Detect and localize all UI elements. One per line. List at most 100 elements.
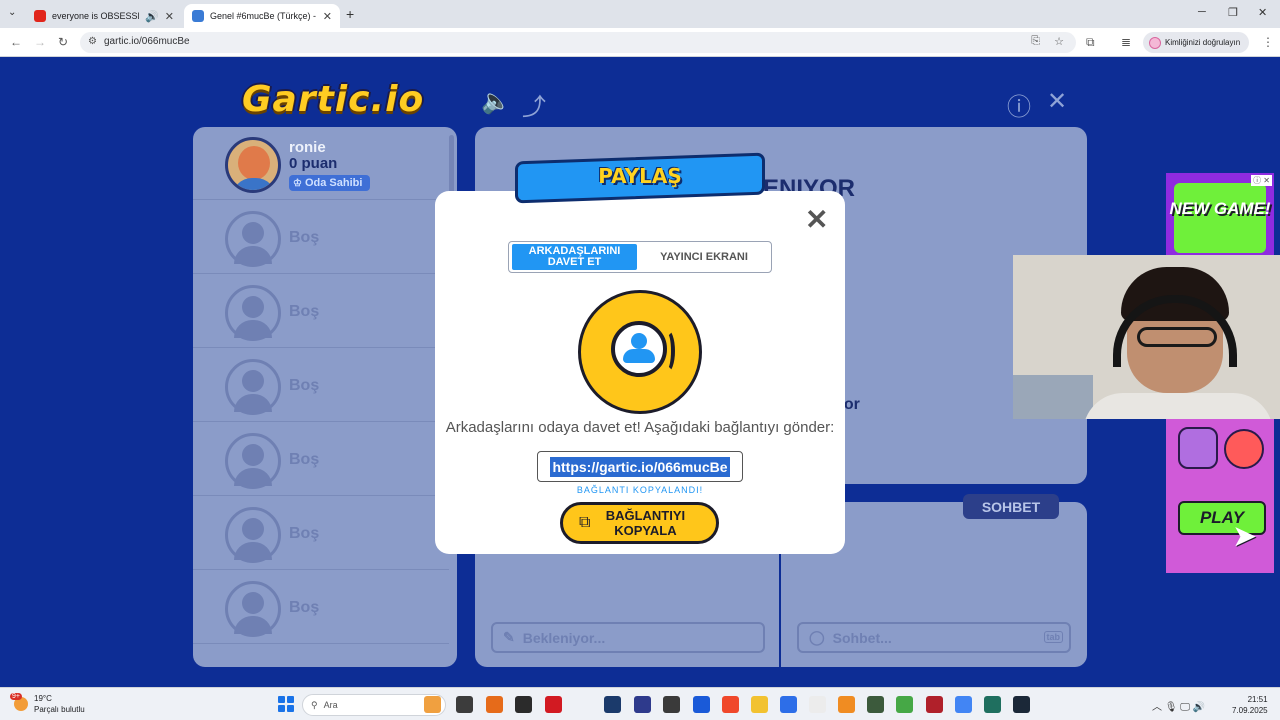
player-slot: Boş (193, 497, 449, 570)
extensions-icon[interactable]: ⧉ (1086, 35, 1095, 50)
invite-link-field[interactable]: https://gartic.io/066mucBe (537, 451, 743, 482)
reload-icon[interactable]: ↻ (58, 35, 68, 49)
weather-temp: 19°C (34, 694, 52, 703)
menu-kebab-icon[interactable]: ⋮ (1262, 35, 1274, 49)
taskbar-app-icon[interactable] (486, 696, 503, 713)
taskbar-app-icon[interactable] (809, 696, 826, 713)
windows-start-icon[interactable] (278, 696, 294, 712)
minimize-icon[interactable]: ─ (1198, 6, 1206, 18)
chat-input[interactable]: ◯ Sohbet... tab (797, 622, 1071, 653)
taskbar-app-icon[interactable] (424, 696, 441, 713)
system-tray-icons[interactable]: ︿ 🎙 🖵 🔊 (1152, 698, 1205, 713)
taskbar-app-icon[interactable] (456, 696, 473, 713)
pencil-icon: ✎ (503, 629, 515, 645)
browser-toolbar: ← → ↻ ⚙ gartic.io/066mucBe ⎘ ☆ ⧉ ≣ Kimli… (0, 28, 1280, 57)
chat-label: SOHBET (963, 494, 1059, 519)
profile-button[interactable]: Kimliğinizi doğrulayın (1143, 32, 1249, 53)
share-modal: ✕ ARKADAŞLARINI DAVET ET YAYINCI EKRANI … (435, 191, 845, 554)
close-tab-icon[interactable]: ✕ (323, 10, 332, 23)
player-name: Boş (289, 599, 320, 616)
tab-youtube[interactable]: everyone is OBSESSED with 🔊 ✕ (26, 4, 182, 28)
close-tab-icon[interactable]: ✕ (165, 10, 174, 23)
viking-face-icon (1178, 427, 1218, 469)
answer-input[interactable]: ✎ Bekleniyor... (491, 622, 765, 653)
weather-widget[interactable]: 9+ 19°C Parçalı bulutlu (10, 693, 85, 715)
restore-icon[interactable]: ❐ (1228, 6, 1238, 19)
weather-desc: Parçalı bulutlu (34, 705, 85, 714)
ad-banner-bottom[interactable]: PLAY ➤ (1166, 419, 1274, 573)
modal-title-ribbon: PAYLAŞ (515, 152, 765, 207)
taskbar-app-icon[interactable] (722, 696, 739, 713)
webcam-overlay (1013, 255, 1280, 419)
player-slot: Boş (193, 201, 449, 274)
browser-tab-strip: ⌄ everyone is OBSESSED with 🔊 ✕ Genel #6… (0, 0, 1280, 28)
player-name: ronie (289, 139, 326, 156)
search-placeholder: Ara (323, 700, 338, 710)
forward-icon[interactable]: → (34, 35, 46, 49)
tab-search-icon[interactable]: ⌄ (8, 7, 16, 18)
player-slot: Boş (193, 275, 449, 348)
empty-avatar-icon (225, 285, 281, 341)
gartic-favicon-icon (192, 10, 204, 22)
page-content: Gartic.io 🔈 ⤴ ⓘ ✕ ronie 0 puan ♔ Oda Sah… (0, 57, 1280, 687)
player-name: Boş (289, 451, 320, 468)
copy-icon: ⧉ (579, 514, 591, 531)
sound-icon[interactable]: 🔈 (481, 87, 511, 116)
taskbar-app-icon[interactable] (780, 696, 797, 713)
taskbar-app-icon[interactable] (663, 696, 680, 713)
badge-label: Oda Sahibi (304, 177, 363, 189)
taskbar-app-icon[interactable] (604, 696, 621, 713)
share-icon[interactable]: ⤴ (522, 87, 546, 122)
tab-title: Genel #6mucBe (Türkçe) - Gartic (210, 11, 317, 21)
taskbar-app-icon[interactable] (1013, 696, 1030, 713)
gartic-logo: Gartic.io (242, 79, 425, 120)
close-icon[interactable]: ✕ (805, 203, 828, 236)
back-icon[interactable]: ← (10, 35, 22, 49)
ad-text: NEW GAME! (1169, 199, 1271, 218)
player-name: Boş (289, 303, 320, 320)
new-tab-icon[interactable]: + (346, 6, 354, 22)
copy-link-button[interactable]: ⧉ BAĞLANTIYI KOPYALA (560, 502, 719, 544)
taskbar-app-icon[interactable] (955, 696, 972, 713)
tab-invite-friends[interactable]: ARKADAŞLARINI DAVET ET (512, 244, 637, 270)
close-window-icon[interactable]: ✕ (1258, 6, 1267, 19)
player-score: 0 puan (289, 155, 338, 172)
os-taskbar: 9+ 19°C Parçalı bulutlu ⚲ Ara ︿ 🎙 🖵 🔊 21… (0, 687, 1280, 720)
ad-banner-top[interactable]: NEW GAME! ⓘ ✕ (1166, 173, 1274, 255)
clock[interactable]: 21:51 7.09.2025 (1232, 694, 1268, 716)
owner-badge: ♔ Oda Sahibi (289, 175, 370, 191)
players-panel: ronie 0 puan ♔ Oda Sahibi Boş Boş Boş Bo… (193, 127, 457, 667)
tab-streamer-screen[interactable]: YAYINCI EKRANI (639, 244, 769, 270)
taskbar-app-icon[interactable] (545, 696, 562, 713)
date-text: 7.09.2025 (1232, 706, 1268, 715)
site-info-icon[interactable]: ⚙ (88, 36, 97, 47)
taskbar-app-icon[interactable] (634, 696, 651, 713)
tab-title: everyone is OBSESSED with (52, 11, 139, 21)
reading-list-icon[interactable]: ≣ (1121, 35, 1131, 49)
avatar (225, 137, 281, 193)
taskbar-app-icon[interactable] (838, 696, 855, 713)
player-slot: Boş (193, 423, 449, 496)
taskbar-app-icon[interactable] (515, 696, 532, 713)
install-app-icon[interactable]: ⎘ (1031, 35, 1040, 48)
tab-gartic[interactable]: Genel #6mucBe (Türkçe) - Gartic ✕ (184, 4, 340, 28)
modal-title: PAYLAŞ (598, 164, 682, 188)
search-icon: ⚲ (311, 699, 318, 710)
player-name: Boş (289, 377, 320, 394)
empty-avatar-icon (225, 581, 281, 637)
taskbar-app-icon[interactable] (984, 696, 1001, 713)
info-icon[interactable]: ⓘ (1007, 87, 1031, 122)
player-card-owner: ronie 0 puan ♔ Oda Sahibi (193, 127, 449, 200)
taskbar-app-icon[interactable] (867, 696, 884, 713)
share-mode-tabs: ARKADAŞLARINI DAVET ET YAYINCI EKRANI (508, 241, 772, 273)
taskbar-app-icon[interactable] (896, 696, 913, 713)
bookmark-star-icon[interactable]: ☆ (1054, 35, 1064, 48)
exit-icon[interactable]: ✕ (1047, 87, 1067, 116)
address-bar[interactable]: ⚙ gartic.io/066mucBe ⎘ ☆ (80, 32, 1076, 53)
taskbar-app-icon[interactable] (693, 696, 710, 713)
ad-info-icon[interactable]: ⓘ ✕ (1251, 175, 1272, 186)
taskbar-app-icon[interactable] (926, 696, 943, 713)
taskbar-app-icon[interactable] (751, 696, 768, 713)
audio-icon[interactable]: 🔊 (145, 10, 159, 23)
crown-icon: ♔ (293, 177, 302, 189)
